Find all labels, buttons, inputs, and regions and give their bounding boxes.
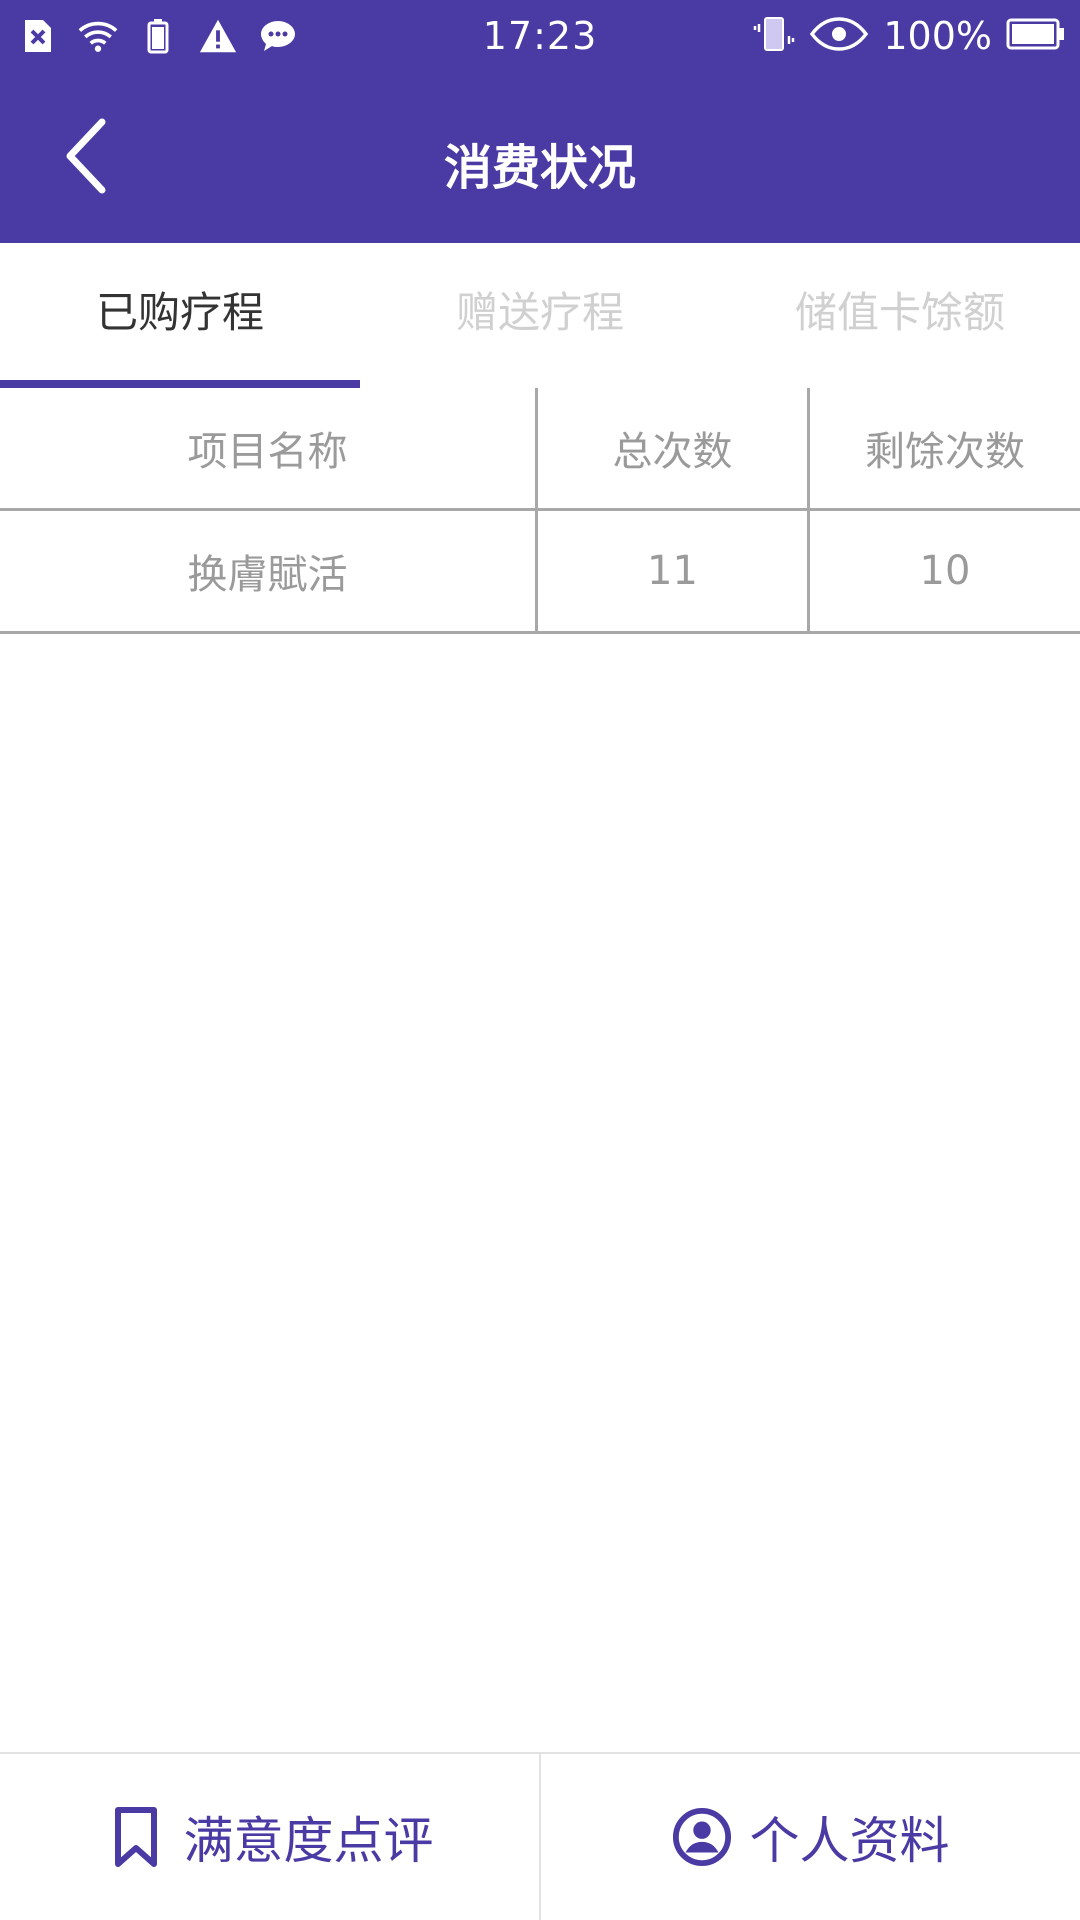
tab-gifted-courses[interactable]: 赠送疗程 bbox=[360, 243, 720, 388]
column-header-remaining-count: 剩馀次数 bbox=[865, 429, 1025, 475]
active-tab-indicator bbox=[0, 380, 360, 388]
column-header-item-name: 项目名称 bbox=[0, 388, 538, 508]
tab-label: 已购疗程 bbox=[95, 288, 264, 337]
battery-percent: 100% bbox=[883, 14, 992, 58]
cell-total-count: 11 bbox=[538, 511, 810, 631]
vibrate-icon bbox=[753, 14, 795, 58]
column-header-total-count: 总次数 bbox=[538, 388, 810, 508]
eye-icon bbox=[809, 16, 869, 56]
nav-label: 满意度点评 bbox=[183, 1812, 434, 1870]
table-row[interactable]: 换膚賦活 11 10 bbox=[0, 511, 1080, 634]
nav-label: 个人资料 bbox=[749, 1812, 950, 1870]
bookmark-icon bbox=[106, 1804, 166, 1870]
page-title: 消费状况 bbox=[443, 140, 636, 196]
nav-profile[interactable]: 个人资料 bbox=[541, 1754, 1080, 1920]
profile-icon bbox=[672, 1804, 732, 1870]
tab-purchased-courses[interactable]: 已购疗程 bbox=[0, 243, 360, 388]
tab-label: 储值卡馀额 bbox=[794, 288, 1005, 337]
app-bar: 消费状况 bbox=[0, 78, 1080, 243]
nav-satisfaction-review[interactable]: 满意度点评 bbox=[0, 1754, 541, 1920]
tab-label: 赠送疗程 bbox=[455, 288, 624, 337]
status-bar: 17:23 100% bbox=[0, 0, 1080, 78]
cell-item-name: 换膚賦活 bbox=[0, 511, 538, 631]
battery-icon bbox=[1006, 17, 1066, 55]
bottom-nav: 满意度点评 个人资料 bbox=[0, 1752, 1080, 1920]
table-header-row: 项目名称 总次数 剩馀次数 bbox=[0, 388, 1080, 511]
tab-stored-value-balance[interactable]: 储值卡馀额 bbox=[720, 243, 1080, 388]
tab-bar: 已购疗程 赠送疗程 储值卡馀额 bbox=[0, 243, 1080, 388]
status-icons-right: 100% bbox=[753, 14, 1066, 58]
courses-table: 项目名称 总次数 剩馀次数 换膚賦活 11 10 bbox=[0, 388, 1080, 634]
cell-remaining-count: 10 bbox=[919, 548, 971, 594]
